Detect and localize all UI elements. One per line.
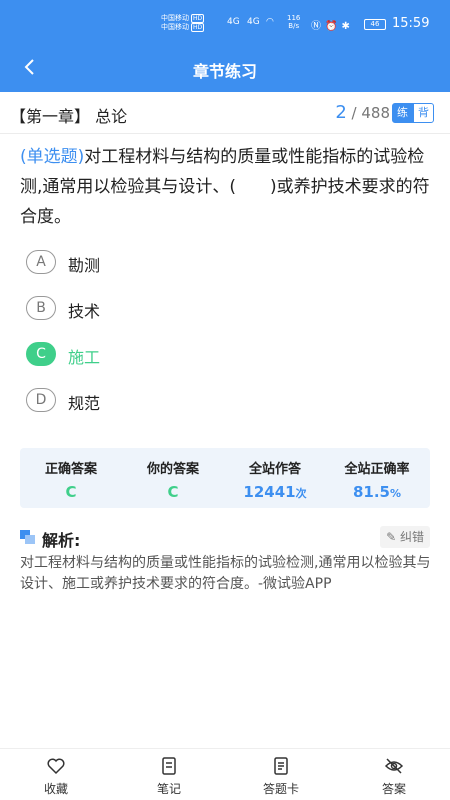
- option-letter: B: [26, 296, 56, 320]
- bluetooth-icon: ✱: [341, 21, 354, 32]
- stat-value: C: [65, 483, 77, 501]
- stat-value: 81.5%: [326, 483, 428, 501]
- question-text: (单选题)对工程材料与结构的质量或性能指标的试验检测,通常用以检验其与设计、( …: [20, 142, 436, 232]
- rate-unit: %: [389, 487, 402, 500]
- favorite-label: 收藏: [43, 782, 68, 796]
- speed-value: 116: [287, 14, 301, 22]
- rate-value: 81.5: [352, 483, 390, 501]
- answer-card-label: 答题卡: [262, 782, 299, 796]
- network-speed: 116 B/s: [287, 14, 300, 30]
- option-text: 勘测: [68, 256, 101, 275]
- carrier-info: 中国移动 HD 中国移动 HD: [161, 14, 205, 32]
- option-d[interactable]: D 规范: [26, 384, 426, 430]
- hd-badge-2: HD: [191, 23, 205, 32]
- nfc-icon: Ⓝ: [311, 21, 325, 32]
- signal-1-icon: 4G: [227, 17, 240, 27]
- option-c[interactable]: C 施工: [26, 338, 426, 384]
- wifi-icon: ◠: [266, 17, 274, 27]
- stat-label: 全站作答: [248, 462, 301, 477]
- top-header: 中国移动 HD 中国移动 HD 4G 4G ◠ 116 B/s Ⓝ⏰✱ 46 15:…: [0, 0, 450, 92]
- speed-unit: B/s: [288, 22, 300, 30]
- analysis-icon: [20, 530, 35, 544]
- recite-mode-button[interactable]: 背: [413, 103, 434, 123]
- page-title: 章节练习: [192, 62, 257, 81]
- stat-label: 全站正确率: [344, 462, 410, 477]
- signal-2-icon: 4G: [247, 17, 260, 27]
- option-letter: A: [26, 250, 56, 274]
- stat-label: 你的答案: [146, 462, 199, 477]
- option-b[interactable]: B 技术: [26, 292, 426, 338]
- option-text: 技术: [68, 302, 101, 321]
- hd-badge-1: HD: [191, 14, 205, 23]
- answer-stats-card: 正确答案 C 你的答案 C 全站作答 12441次 全站正确率 81.5%: [20, 448, 430, 508]
- options-list: A 勘测 B 技术 C 施工 D 规范: [26, 246, 426, 430]
- stat-label: 正确答案: [44, 462, 97, 477]
- bottom-toolbar: 收藏 笔记 答题卡 答案: [0, 748, 450, 800]
- stat-correct-answer: 正确答案 C: [20, 458, 122, 501]
- clipboard-icon: [274, 757, 288, 775]
- alarm-icon: ⏰: [325, 21, 342, 32]
- question-counter: 2 / 488: [335, 102, 390, 123]
- chapter-row: 【第一章】 总论 2 / 488: [0, 92, 450, 134]
- option-a[interactable]: A 勘测: [26, 246, 426, 292]
- analysis-header: 解析: ✎ 纠错: [20, 526, 430, 550]
- practice-mode-button[interactable]: 练: [392, 103, 413, 123]
- report-error-button[interactable]: ✎ 纠错: [380, 526, 430, 548]
- chapter-name: 【第一章】 总论: [10, 107, 128, 126]
- heart-icon: [47, 758, 65, 775]
- stat-correct-rate: 全站正确率 81.5%: [326, 458, 428, 501]
- option-letter: C: [26, 342, 56, 366]
- notes-button[interactable]: 笔记: [129, 755, 209, 797]
- answer-label: 答案: [381, 782, 406, 796]
- answer-card-button[interactable]: 答题卡: [241, 755, 321, 797]
- stat-total-attempts: 全站作答 12441次: [224, 458, 326, 501]
- nav-bar: 章节练习: [0, 44, 450, 92]
- analysis-title: 解析:: [42, 531, 81, 550]
- current-index: 2: [335, 102, 347, 123]
- notes-label: 笔记: [156, 782, 181, 796]
- stat-my-answer: 你的答案 C: [122, 458, 224, 501]
- stat-value: C: [167, 483, 179, 501]
- carrier-1: 中国移动: [161, 14, 189, 22]
- eye-off-icon: [384, 758, 404, 774]
- attempt-unit: 次: [295, 487, 307, 500]
- favorite-button[interactable]: 收藏: [16, 755, 96, 797]
- clock: 15:59: [392, 16, 430, 31]
- edit-icon: ✎: [386, 530, 400, 544]
- total-count: / 488: [351, 104, 390, 122]
- option-letter: D: [26, 388, 56, 412]
- stat-value: 12441次: [224, 483, 326, 501]
- option-text: 施工: [68, 348, 101, 367]
- status-bar: 中国移动 HD 中国移动 HD 4G 4G ◠ 116 B/s Ⓝ⏰✱ 46 15:…: [0, 0, 450, 44]
- notebook-icon: [162, 757, 176, 775]
- show-answer-button[interactable]: 答案: [354, 755, 434, 797]
- attempt-count: 12441: [243, 483, 296, 501]
- battery-icon: 46: [364, 19, 386, 30]
- question-type: (单选题): [20, 147, 85, 167]
- carrier-2: 中国移动: [161, 23, 189, 31]
- analysis-text: 对工程材料与结构的质量或性能指标的试验检测,通常用以检验其与设计、施工或养护技术…: [20, 555, 431, 592]
- option-text: 规范: [68, 394, 101, 413]
- system-icons: Ⓝ⏰✱: [311, 17, 354, 32]
- report-label: 纠错: [399, 530, 424, 544]
